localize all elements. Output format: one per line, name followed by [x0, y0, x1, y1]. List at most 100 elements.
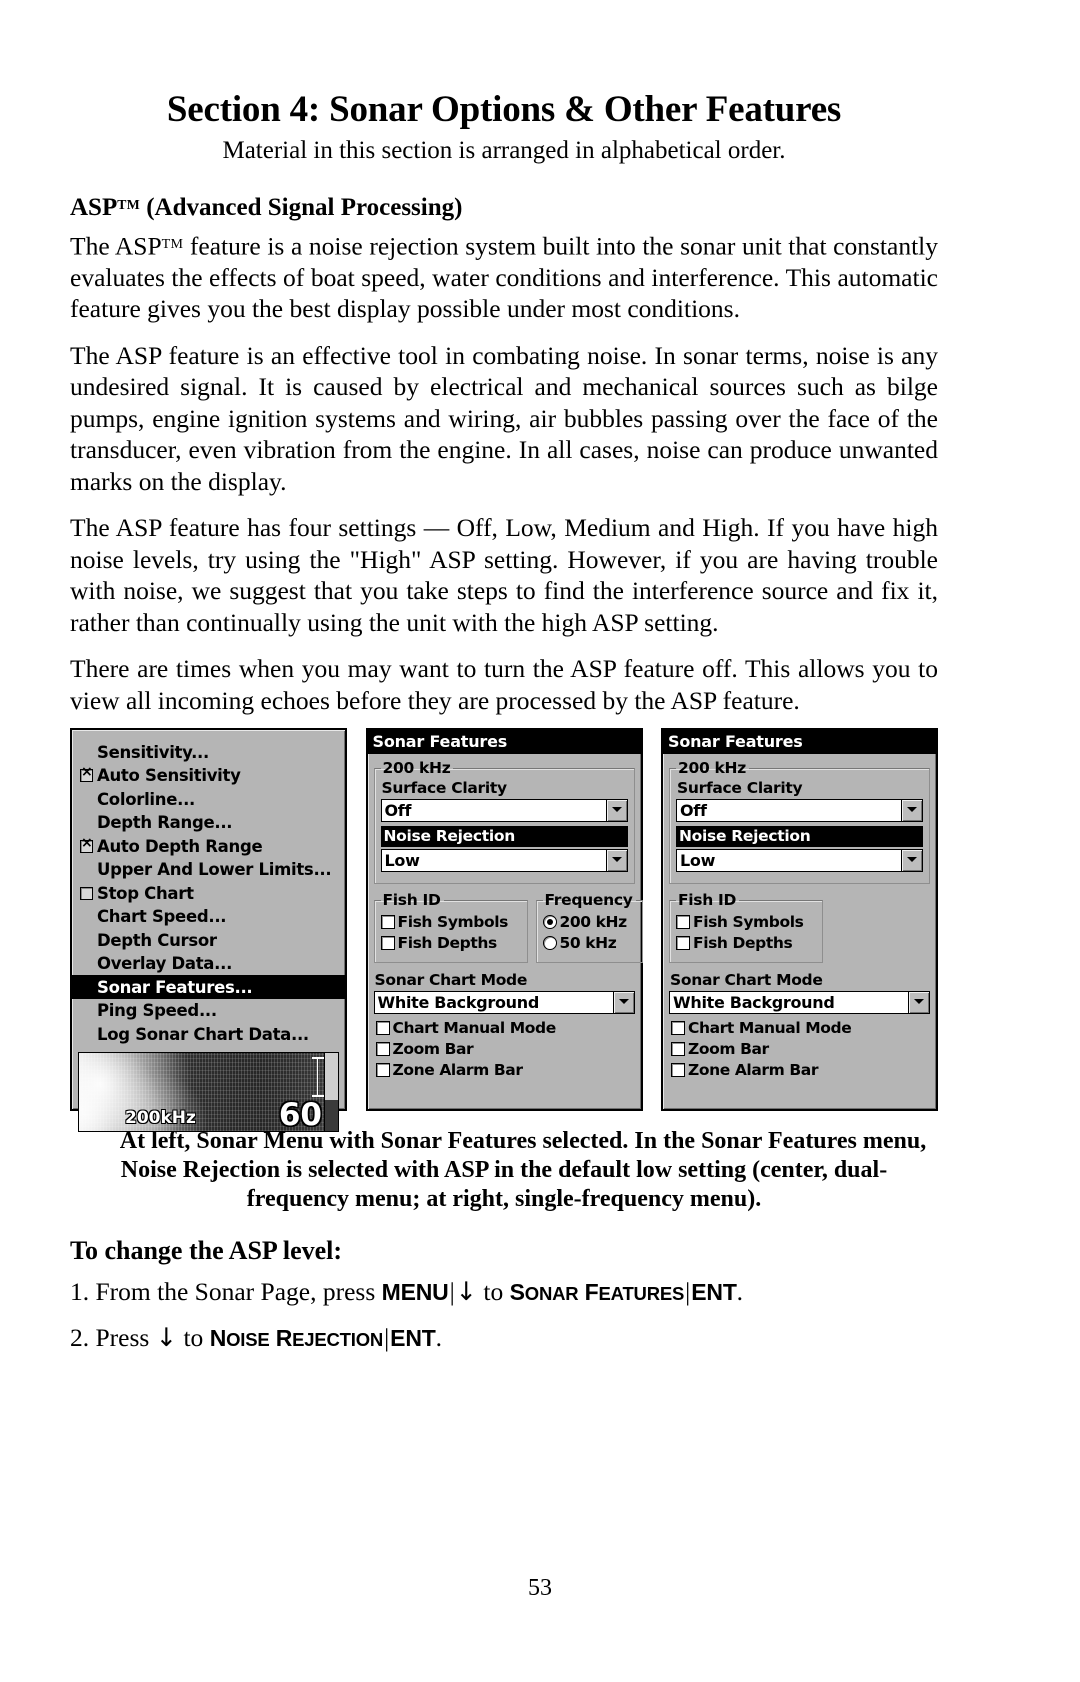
- chevron-down-icon[interactable]: [901, 850, 922, 872]
- step-2: 2. Press ↓ to NOISE REJECTION|ENT.: [70, 1322, 938, 1356]
- chevron-down-icon[interactable]: [612, 992, 634, 1014]
- checkbox-icon[interactable]: [375, 1063, 390, 1078]
- chart-manual-mode-checkbox-row[interactable]: Chart Manual Mode: [375, 1019, 635, 1038]
- caption-line-1: At left, Sonar Menu with Sonar Features …: [119, 1128, 762, 1155]
- noise-rejection-value: Low: [680, 851, 716, 871]
- radio-icon[interactable]: [542, 936, 557, 951]
- noise-rejection-combo[interactable]: Low: [676, 849, 923, 873]
- chart-manual-mode-label: Chart Manual Mode: [688, 1019, 852, 1038]
- frequency-50khz-radio-row[interactable]: 50 kHz: [542, 934, 636, 953]
- asp-heading: ASPTM (Advanced Signal Processing): [70, 190, 938, 223]
- page-title: Section 4: Sonar Options & Other Feature…: [166, 89, 842, 130]
- checkbox-checked-icon[interactable]: [80, 836, 93, 853]
- frequency-50khz-label: 50 kHz: [559, 934, 617, 953]
- trademark-mark: TM: [117, 197, 140, 212]
- step-2-end: .: [435, 1323, 442, 1353]
- sonar-chart-mode-label: Sonar Chart Mode: [374, 971, 528, 990]
- menu-item-auto-sensitivity[interactable]: Auto Sensitivity: [72, 764, 345, 788]
- frequency-group-200khz: 200 kHz Surface Clarity Off Noise Reject…: [669, 759, 930, 885]
- chevron-down-icon[interactable]: [908, 992, 929, 1014]
- menu-item-depth-range[interactable]: Depth Range...: [72, 811, 345, 835]
- key-part: EJECTION: [292, 1329, 384, 1351]
- step-2-text: 2. Press: [70, 1323, 156, 1353]
- checkbox-icon[interactable]: [380, 915, 395, 930]
- menu-item-log-sonar-chart-data[interactable]: Log Sonar Chart Data...: [72, 1022, 345, 1046]
- chevron-down-icon[interactable]: [605, 800, 627, 822]
- frequency-200khz-radio-row[interactable]: 200 kHz: [542, 913, 636, 931]
- step-1-end: .: [736, 1277, 744, 1307]
- bottom-checkbox-group: Chart Manual Mode Zoom Bar Zone Alarm Ba…: [669, 1019, 930, 1079]
- frequency-group-200khz: 200 kHz Surface Clarity Off Noise Reject…: [373, 759, 635, 885]
- fish-symbols-checkbox-row[interactable]: Fish Symbols: [380, 913, 521, 932]
- menu-item-label: Overlay Data...: [97, 954, 233, 974]
- menu-item-stop-chart[interactable]: Stop Chart: [72, 881, 345, 905]
- menu-item-sonar-features[interactable]: Sonar Features...: [72, 975, 345, 999]
- surface-clarity-combo[interactable]: Off: [676, 799, 923, 823]
- checkbox-icon[interactable]: [380, 936, 395, 951]
- noise-rejection-combo[interactable]: Low: [380, 849, 628, 873]
- menu-item-label: Upper And Lower Limits...: [97, 860, 332, 880]
- checkbox-icon[interactable]: [375, 1042, 390, 1057]
- fish-symbols-label: Fish Symbols: [397, 913, 509, 932]
- checkbox-icon[interactable]: [671, 1063, 685, 1078]
- surface-clarity-combo[interactable]: Off: [380, 799, 628, 823]
- menu-item-depth-cursor[interactable]: Depth Cursor: [72, 928, 345, 952]
- checkbox-icon[interactable]: [671, 1042, 685, 1057]
- key-part: F: [578, 1279, 599, 1306]
- sonar-chart-mode-combo[interactable]: White Background: [669, 991, 930, 1015]
- zone-alarm-bar-checkbox-row[interactable]: Zone Alarm Bar: [671, 1061, 930, 1079]
- step-1-text: 1. From the Sonar Page, press: [70, 1277, 382, 1307]
- paragraph-1: The ASPTM feature is a noise rejection s…: [70, 229, 938, 325]
- menu-item-label: Sensitivity...: [97, 742, 209, 762]
- asp-heading-word: ASP: [70, 194, 118, 222]
- zoom-bar-checkbox-row[interactable]: Zoom Bar: [671, 1040, 930, 1058]
- chevron-down-icon[interactable]: [605, 850, 627, 872]
- group-legend: Fish ID: [382, 891, 441, 910]
- zoom-bar-checkbox-row[interactable]: Zoom Bar: [375, 1040, 635, 1058]
- checkbox-icon[interactable]: [676, 915, 690, 930]
- figure-screenshots: Sensitivity... Auto Sensitivity Colorlin…: [70, 728, 938, 1132]
- menu-item-auto-depth-range[interactable]: Auto Depth Range: [72, 834, 345, 858]
- key-menu: MENU: [381, 1279, 449, 1306]
- checkbox-icon[interactable]: [80, 886, 93, 900]
- menu-item-sensitivity[interactable]: Sensitivity...: [72, 740, 345, 764]
- fish-symbols-checkbox-row[interactable]: Fish Symbols: [676, 913, 816, 931]
- menu-item-chart-speed[interactable]: Chart Speed...: [72, 905, 345, 929]
- radio-selected-icon[interactable]: [542, 915, 557, 930]
- asp-heading-rest: (Advanced Signal Processing): [139, 194, 463, 222]
- menu-item-label: Ping Speed...: [97, 1001, 217, 1021]
- bottom-checkbox-group: Chart Manual Mode Zoom Bar Zone Alarm Ba…: [374, 1019, 635, 1079]
- checkbox-checked-icon[interactable]: [80, 765, 93, 783]
- zoom-bar-icon: [312, 1056, 322, 1097]
- checkbox-icon[interactable]: [676, 936, 690, 951]
- zone-alarm-bar-checkbox-row[interactable]: Zone Alarm Bar: [375, 1061, 635, 1079]
- key-ent: ENT: [390, 1325, 436, 1352]
- sonar-features-dialog-dual: Sonar Features 200 kHz Surface Clarity O…: [365, 728, 643, 1112]
- figure-caption: At left, Sonar Menu with Sonar Features …: [70, 1127, 938, 1214]
- paragraph-1-b: feature is a noise rejection system buil…: [70, 231, 938, 324]
- chart-manual-mode-checkbox-row[interactable]: Chart Manual Mode: [671, 1019, 930, 1037]
- noise-rejection-label: Noise Rejection: [676, 826, 923, 848]
- menu-item-overlay-data[interactable]: Overlay Data...: [72, 952, 345, 976]
- chevron-down-icon[interactable]: [901, 800, 922, 822]
- sonar-chart-mode-label: Sonar Chart Mode: [670, 971, 823, 990]
- sonar-chart-mode-combo[interactable]: White Background: [373, 991, 635, 1015]
- sonar-menu-panel: Sensitivity... Auto Sensitivity Colorlin…: [70, 728, 347, 1132]
- fish-depths-checkbox-row[interactable]: Fish Depths: [380, 934, 521, 952]
- checkbox-icon[interactable]: [671, 1021, 685, 1036]
- surface-clarity-label: Surface Clarity: [381, 779, 508, 798]
- menu-item-colorline[interactable]: Colorline...: [72, 787, 345, 811]
- key-noise-rejection: NOISE REJECTION: [210, 1325, 384, 1351]
- checkbox-icon[interactable]: [375, 1021, 390, 1036]
- key-ent: ENT: [691, 1279, 737, 1306]
- fish-depths-checkbox-row[interactable]: Fish Depths: [676, 934, 816, 952]
- key-part: EATURES: [598, 1283, 685, 1305]
- fish-id-group: Fish ID Fish Symbols Fish Depths: [669, 891, 823, 964]
- paragraph-2: The ASP feature is an effective tool in …: [70, 340, 938, 496]
- page-number: 53: [528, 1575, 552, 1601]
- menu-item-upper-and-lower-limits[interactable]: Upper And Lower Limits...: [72, 858, 345, 882]
- chart-manual-mode-label: Chart Manual Mode: [392, 1019, 557, 1038]
- group-legend: 200 kHz: [678, 759, 746, 778]
- group-legend: 200 kHz: [382, 759, 451, 778]
- menu-item-ping-speed[interactable]: Ping Speed...: [72, 999, 345, 1023]
